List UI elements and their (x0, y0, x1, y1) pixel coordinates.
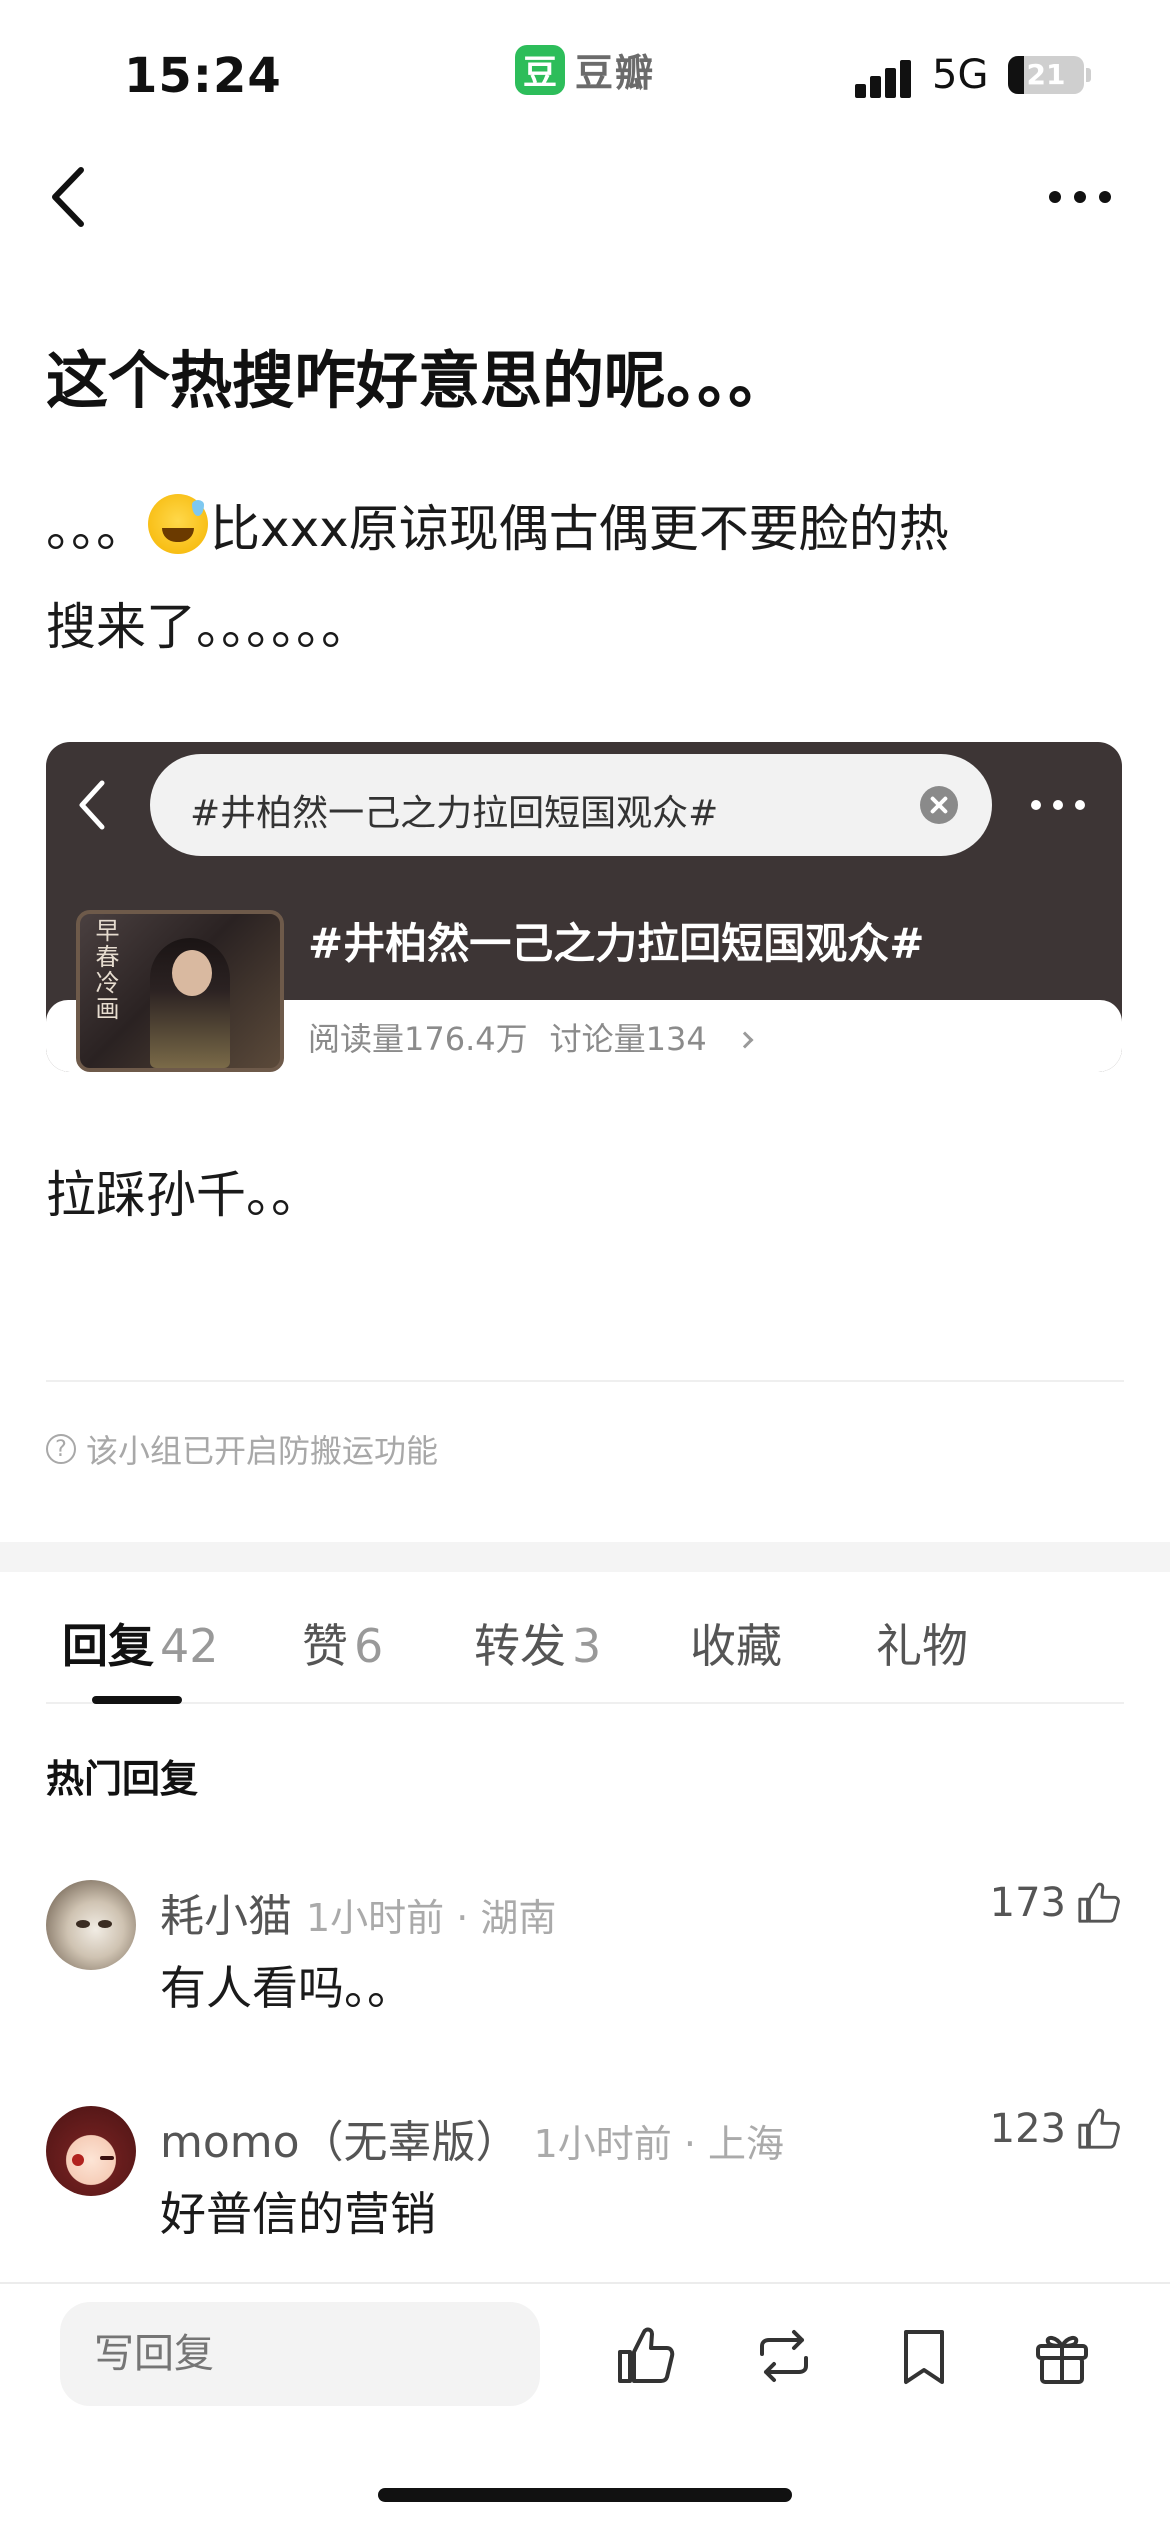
tab-collect-label: 收藏 (690, 1619, 782, 1673)
avatar[interactable] (46, 2106, 136, 2196)
thumbs-up-icon (1078, 1882, 1120, 1923)
embed-more-icon (1031, 800, 1085, 810)
post-title: 这个热搜咋好意思的呢。。。 (46, 344, 791, 417)
status-time: 15:24 (124, 48, 282, 104)
embed-search-bar: #井柏然一己之力拉回短国观众# (150, 754, 992, 856)
tab-divider (46, 1702, 1124, 1704)
clear-icon (920, 786, 958, 824)
post-body-line1: 比xxx原谅现偶古偶更不要脸的热 (210, 500, 949, 558)
comment-like-button[interactable]: 173 (990, 1880, 1122, 1926)
embed-stats: 阅读量176.4万 讨论量134 (308, 1014, 754, 1060)
tab-reposts[interactable]: 转发 3 (474, 1610, 601, 1676)
comment-like-button[interactable]: 123 (990, 2106, 1122, 2152)
comment-item: momo（无辜版） 1小时前 · 上海 123 好普信的营销 (0, 2106, 1170, 2266)
chevron-left-icon[interactable] (45, 162, 95, 232)
douban-logo-icon: 豆 (515, 44, 565, 95)
battery-level: 21 (1026, 58, 1066, 91)
embed-reads: 阅读量176.4万 (308, 1020, 528, 1058)
thumbnail-face (172, 950, 212, 996)
anti-repost-notice: ? 该小组已开启防搬运功能 (46, 1426, 438, 1472)
tab-likes[interactable]: 赞6 (302, 1610, 383, 1676)
tab-likes-count: 6 (354, 1619, 384, 1673)
network-type: 5G (932, 52, 989, 98)
comment-text: 好普信的营销 (160, 2187, 436, 2241)
more-horizontal-icon[interactable] (1045, 185, 1115, 209)
comment-like-count: 123 (989, 2106, 1066, 2152)
thumbs-up-icon[interactable] (614, 2324, 678, 2388)
post-body: 。。。 比xxx原谅现偶古偶更不要脸的热 搜来了。。。。。。 (46, 480, 1126, 676)
app-name: 豆瓣 (575, 51, 656, 95)
embed-chevron-left-icon (79, 780, 105, 830)
home-indicator (378, 2488, 792, 2502)
status-bar: 15:24 豆 豆瓣 5G 21 (0, 0, 1170, 140)
post-tail-text: 拉踩孙千。。 (46, 1166, 321, 1224)
embed-discussions: 讨论量134 (549, 1020, 707, 1058)
comment-item: 耗小猫 1小时前 · 湖南 173 有人看吗。。 (0, 1880, 1170, 2040)
comment-text: 有人看吗。。 (160, 1961, 413, 2015)
battery-icon: 21 (1008, 56, 1084, 94)
tab-reposts-label: 转发 (474, 1619, 566, 1673)
tab-replies-label: 回复 (62, 1619, 154, 1673)
question-circle-icon: ? (46, 1434, 76, 1464)
hot-replies-title: 热门回复 (46, 1757, 199, 1801)
tab-replies-count: 42 (160, 1619, 219, 1673)
grinning-face-with-sweat-emoji (148, 494, 208, 554)
comment-author-name: 耗小猫 (160, 1891, 292, 1942)
tab-collect[interactable]: 收藏 (690, 1610, 782, 1676)
battery-tip (1086, 68, 1091, 82)
thumbs-up-icon (1078, 2108, 1120, 2149)
app-logo: 豆 豆瓣 (515, 42, 655, 97)
comment-meta: 1小时前 · 湖南 (306, 1896, 557, 1940)
topic-thumbnail: 早春冷画 (76, 910, 284, 1072)
gift-icon[interactable] (1030, 2324, 1094, 2388)
embed-topic-title: #井柏然一己之力拉回短国观众# (308, 919, 925, 968)
tab-gifts-label: 礼物 (876, 1619, 968, 1673)
bookmark-icon[interactable] (892, 2324, 956, 2388)
section-gap (0, 1542, 1170, 1572)
post-body-prefix: 。。。 (46, 500, 146, 558)
comment-author[interactable]: 耗小猫 1小时前 · 湖南 (160, 1880, 556, 1944)
embedded-screenshot[interactable]: #井柏然一己之力拉回短国观众# 早春冷画 #井柏然一己之力拉回短国观众# 阅读量… (46, 742, 1122, 1072)
divider (46, 1380, 1124, 1382)
repost-icon[interactable] (752, 2324, 816, 2388)
notice-text: 该小组已开启防搬运功能 (86, 1432, 439, 1470)
comment-author-name: momo（无辜版） (160, 2117, 520, 2168)
chevron-right-icon (736, 1031, 754, 1049)
tab-replies[interactable]: 回复 42 (62, 1610, 219, 1676)
thumbnail-caption: 早春冷画 (91, 918, 119, 1022)
avatar[interactable] (46, 1880, 136, 1970)
comment-author[interactable]: momo（无辜版） 1小时前 · 上海 (160, 2106, 784, 2170)
comment-like-count: 173 (989, 1880, 1066, 1926)
post-body-line2: 搜来了。。。。。。 (46, 598, 371, 656)
comment-meta: 1小时前 · 上海 (533, 2122, 784, 2166)
embed-search-text: #井柏然一己之力拉回短国观众# (190, 793, 719, 834)
tab-likes-label: 赞 (302, 1619, 348, 1673)
tab-gifts[interactable]: 礼物 (876, 1610, 968, 1676)
tab-reposts-count: 3 (572, 1619, 602, 1673)
reply-input[interactable] (60, 2302, 540, 2406)
tab-bar: 回复 42 赞6 转发 3 收藏 礼物 (0, 1600, 1170, 1700)
tab-active-indicator (92, 1696, 182, 1704)
signal-icon (855, 58, 915, 98)
